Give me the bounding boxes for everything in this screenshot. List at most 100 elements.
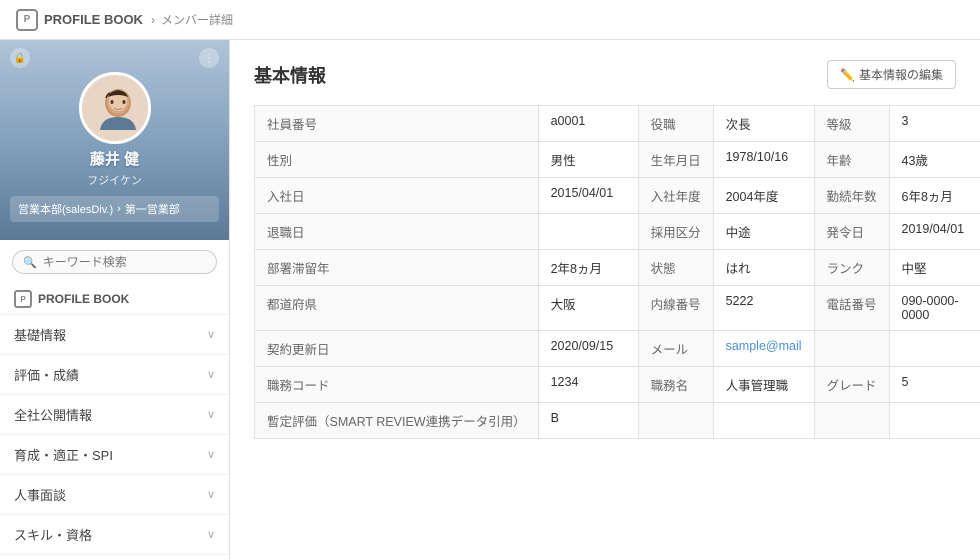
table-label-cell: 性別: [255, 142, 539, 178]
app-title: PROFILE BOOK: [44, 12, 143, 27]
dept-sub: 第一営業部: [125, 201, 180, 217]
table-label-cell: 採用区分: [638, 214, 713, 250]
sidebar-nav-item[interactable]: 全社公開情報 ∨: [0, 395, 229, 434]
breadcrumb: › メンバー詳細: [151, 11, 233, 28]
sidebar-search[interactable]: 🔍: [0, 240, 229, 284]
table-value-cell: [538, 214, 638, 250]
table-value-cell: 2019/04/01: [889, 214, 980, 250]
table-label-cell: 役職: [638, 106, 713, 142]
table-label-cell: 入社年度: [638, 178, 713, 214]
table-label-cell: ランク: [814, 250, 889, 286]
table-value-cell: 2年8ヵ月: [538, 250, 638, 286]
profile-name-kana: フジイケン: [0, 172, 229, 188]
table-value-cell: [889, 403, 980, 439]
dept-main: 営業本部(salesDiv.): [18, 201, 113, 217]
table-label-cell: メール: [638, 331, 713, 367]
table-label-cell: 社員番号: [255, 106, 539, 142]
table-label-cell: グレード: [814, 367, 889, 403]
sidebar-nav-item[interactable]: 人事面談 ∨: [0, 475, 229, 514]
profile-card: 🔒 ⋮: [0, 40, 229, 240]
table-label-cell: 勤続年数: [814, 178, 889, 214]
table-label-cell: 内線番号: [638, 286, 713, 331]
email-link[interactable]: sample@mail: [726, 339, 802, 353]
search-input[interactable]: [43, 255, 206, 269]
table-label-cell: 暫定評価（SMART REVIEW連携データ引用）: [255, 403, 539, 439]
table-value-cell: 男性: [538, 142, 638, 178]
table-value-cell: [713, 403, 814, 439]
lock-icon: 🔒: [10, 48, 30, 68]
table-value-cell: 2020/09/15: [538, 331, 638, 367]
table-label-cell: 電話番号: [814, 286, 889, 331]
sidebar-nav-item[interactable]: 勤怠履歴∨: [0, 555, 229, 560]
table-value-cell: 中堅: [889, 250, 980, 286]
table-value-cell: はれ: [713, 250, 814, 286]
section-title: 基本情報: [254, 62, 326, 88]
sidebar-nav-item[interactable]: スキル・資格 ∨: [0, 515, 229, 554]
app-logo: P PROFILE BOOK: [16, 9, 143, 31]
detail-panel: 基本情報 ✏️ 基本情報の編集 社員番号a0001役職次長等級3 性別男性生年月日…: [230, 40, 980, 560]
edit-icon: ✏️: [840, 68, 855, 82]
chevron-down-icon: ∨: [207, 528, 215, 541]
table-value-cell: 2004年度: [713, 178, 814, 214]
table-label-cell: 職務名: [638, 367, 713, 403]
table-value-cell: 人事管理職: [713, 367, 814, 403]
nav-item-label: 育成・適正・SPI: [14, 445, 113, 464]
sidebar-logo-label: PROFILE BOOK: [38, 292, 129, 306]
table-label-cell: 都道府県: [255, 286, 539, 331]
table-label-cell: 等級: [814, 106, 889, 142]
sidebar-nav-item[interactable]: 基礎情報∨: [0, 315, 229, 354]
chevron-down-icon: ∨: [207, 488, 215, 501]
chevron-down-icon: ∨: [207, 368, 215, 381]
table-label-cell: 契約更新日: [255, 331, 539, 367]
chevron-down-icon: ∨: [207, 448, 215, 461]
logo-icon: P: [16, 9, 38, 31]
table-value-cell: 大阪: [538, 286, 638, 331]
table-label-cell: 状態: [638, 250, 713, 286]
info-table: 社員番号a0001役職次長等級3 性別男性生年月日1978/10/16年齢43歳入…: [254, 105, 980, 439]
table-value-cell: 3: [889, 106, 980, 142]
table-label-cell: [638, 403, 713, 439]
table-label-cell: [814, 331, 889, 367]
profile-name: 藤井 健: [0, 150, 229, 170]
table-value-cell: 中途: [713, 214, 814, 250]
search-icon: 🔍: [23, 256, 37, 269]
table-label-cell: 年齢: [814, 142, 889, 178]
breadcrumb-page: メンバー詳細: [161, 11, 233, 28]
table-value-cell: 43歳: [889, 142, 980, 178]
nav-item-label: スキル・資格: [14, 525, 92, 544]
table-value-cell: 6年8ヵ月: [889, 178, 980, 214]
table-value-cell: 次長: [713, 106, 814, 142]
chevron-down-icon: ∨: [207, 408, 215, 421]
table-value-cell: 5222: [713, 286, 814, 331]
table-value-cell: 5: [889, 367, 980, 403]
sidebar-nav-item[interactable]: 評価・成績 ∨: [0, 355, 229, 394]
breadcrumb-sep: ›: [151, 13, 155, 27]
chevron-down-icon: ∨: [207, 328, 215, 341]
edit-button[interactable]: ✏️ 基本情報の編集: [827, 60, 956, 89]
table-value-cell: [889, 331, 980, 367]
nav-item-label: 人事面談: [14, 485, 66, 504]
more-icon[interactable]: ⋮: [199, 48, 219, 68]
table-value-cell: sample@mail: [713, 331, 814, 367]
sidebar-logo: P PROFILE BOOK: [0, 284, 229, 314]
sidebar: 🔒 ⋮: [0, 40, 230, 560]
nav-item-label: 評価・成績: [14, 365, 79, 384]
table-value-cell: a0001: [538, 106, 638, 142]
profile-dept: 営業本部(salesDiv.) › 第一営業部: [10, 196, 219, 222]
table-label-cell: [814, 403, 889, 439]
table-value-cell: B: [538, 403, 638, 439]
table-label-cell: 生年月日: [638, 142, 713, 178]
sidebar-nav: 基礎情報∨ 評価・成績 ∨ 全社公開情報 ∨ 育成・適正・SPI ∨ 人事面談 ∨ スキル・資格 ∨…: [0, 314, 229, 560]
dept-sep: ›: [117, 203, 121, 215]
nav-item-label: 全社公開情報: [14, 405, 92, 424]
table-label-cell: 入社日: [255, 178, 539, 214]
sidebar-nav-item[interactable]: 育成・適正・SPI ∨: [0, 435, 229, 474]
table-value-cell: 1978/10/16: [713, 142, 814, 178]
section-header: 基本情報 ✏️ 基本情報の編集: [254, 60, 956, 89]
edit-button-label: 基本情報の編集: [859, 66, 943, 83]
table-value-cell: 2015/04/01: [538, 178, 638, 214]
sidebar-logo-icon: P: [14, 290, 32, 308]
avatar: [79, 72, 151, 144]
table-label-cell: 退職日: [255, 214, 539, 250]
table-value-cell: 090-0000-0000: [889, 286, 980, 331]
